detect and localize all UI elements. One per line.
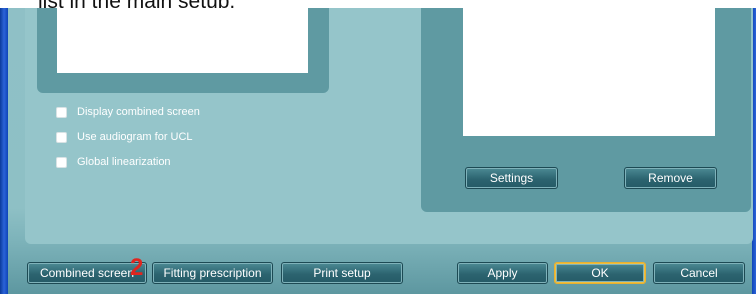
print-setup-button[interactable]: Print setup — [281, 262, 403, 284]
checkbox[interactable] — [56, 156, 67, 168]
option-display-combined-screen[interactable]: Display combined screen — [56, 105, 200, 119]
checkbox[interactable] — [56, 106, 67, 118]
annotation-marker: 2 — [130, 254, 144, 281]
cancel-button[interactable]: Cancel — [653, 262, 745, 284]
settings-button[interactable]: Settings — [465, 167, 558, 189]
left-list-area[interactable] — [57, 8, 308, 73]
option-use-audiogram-for-ucl[interactable]: Use audiogram for UCL — [56, 130, 193, 144]
right-list-area[interactable] — [463, 8, 715, 136]
remove-button[interactable]: Remove — [624, 167, 717, 189]
apply-button[interactable]: Apply — [457, 262, 548, 284]
checkbox[interactable] — [56, 131, 67, 143]
option-global-linearization[interactable]: Global linearization — [56, 155, 171, 169]
ok-button[interactable]: OK — [554, 262, 646, 284]
checkbox-label: Display combined screen — [77, 106, 200, 118]
window-border-left — [0, 8, 8, 294]
fitting-prescription-button[interactable]: Fitting prescription — [152, 262, 273, 284]
checkbox-label: Global linearization — [77, 156, 171, 168]
combined-screen-button[interactable]: Combined screen — [27, 262, 147, 284]
checkbox-label: Use audiogram for UCL — [77, 131, 193, 143]
